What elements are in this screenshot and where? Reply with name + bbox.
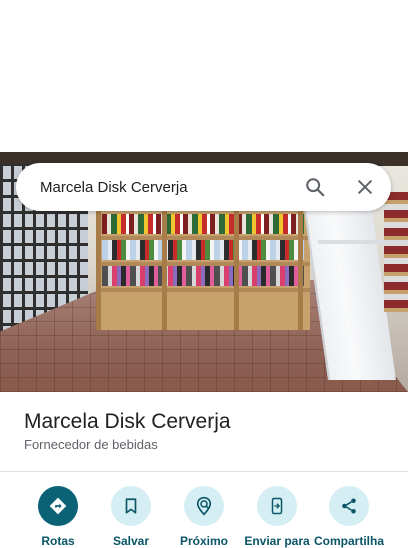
photo-shelf-post xyxy=(234,208,239,330)
share-button[interactable]: Compartilha xyxy=(309,486,389,548)
search-icon xyxy=(306,178,325,197)
close-icon xyxy=(358,180,372,194)
send-to-phone-button[interactable]: Enviar para xyxy=(237,486,317,548)
share-circle[interactable] xyxy=(329,486,369,526)
photo-shelf-post xyxy=(96,208,101,330)
place-category[interactable]: Fornecedor de bebidas xyxy=(24,437,158,452)
search-button[interactable] xyxy=(297,169,333,205)
directions-circle[interactable] xyxy=(38,486,78,526)
share-icon xyxy=(342,498,356,514)
photo-shelf-row xyxy=(102,240,304,260)
photo-shelf-row xyxy=(102,214,304,234)
send-to-phone-label: Enviar para xyxy=(244,534,310,548)
send-to-phone-icon xyxy=(271,497,283,515)
bookmark-icon xyxy=(125,498,137,514)
save-button[interactable]: Salvar xyxy=(91,486,171,548)
search-input[interactable]: Marcela Disk Cerverja xyxy=(40,179,297,196)
photo-shelf-post xyxy=(162,208,167,330)
close-button[interactable] xyxy=(347,169,383,205)
photo-freezer-lid xyxy=(317,240,385,244)
photo-shelf-unit xyxy=(96,190,310,330)
photo-shelf-row xyxy=(102,266,304,286)
search-bar[interactable]: Marcela Disk Cerverja xyxy=(16,163,391,211)
save-circle[interactable] xyxy=(111,486,151,526)
send-to-phone-circle[interactable] xyxy=(257,486,297,526)
divider xyxy=(0,471,408,472)
photo-right-rack xyxy=(384,192,408,312)
share-label: Compartilha xyxy=(313,534,384,548)
nearby-label: Próximo xyxy=(179,534,228,548)
directions-button[interactable]: Rotas xyxy=(18,486,98,548)
save-label: Salvar xyxy=(112,534,150,548)
photo-shelf-post xyxy=(298,208,303,330)
directions-icon xyxy=(49,497,67,515)
directions-label: Rotas xyxy=(41,534,75,548)
nearby-button[interactable]: Próximo xyxy=(164,486,244,548)
place-title: Marcela Disk Cerverja xyxy=(24,410,231,433)
photo-shelf-board xyxy=(96,288,310,292)
nearby-circle[interactable] xyxy=(184,486,224,526)
nearby-icon xyxy=(196,496,212,516)
